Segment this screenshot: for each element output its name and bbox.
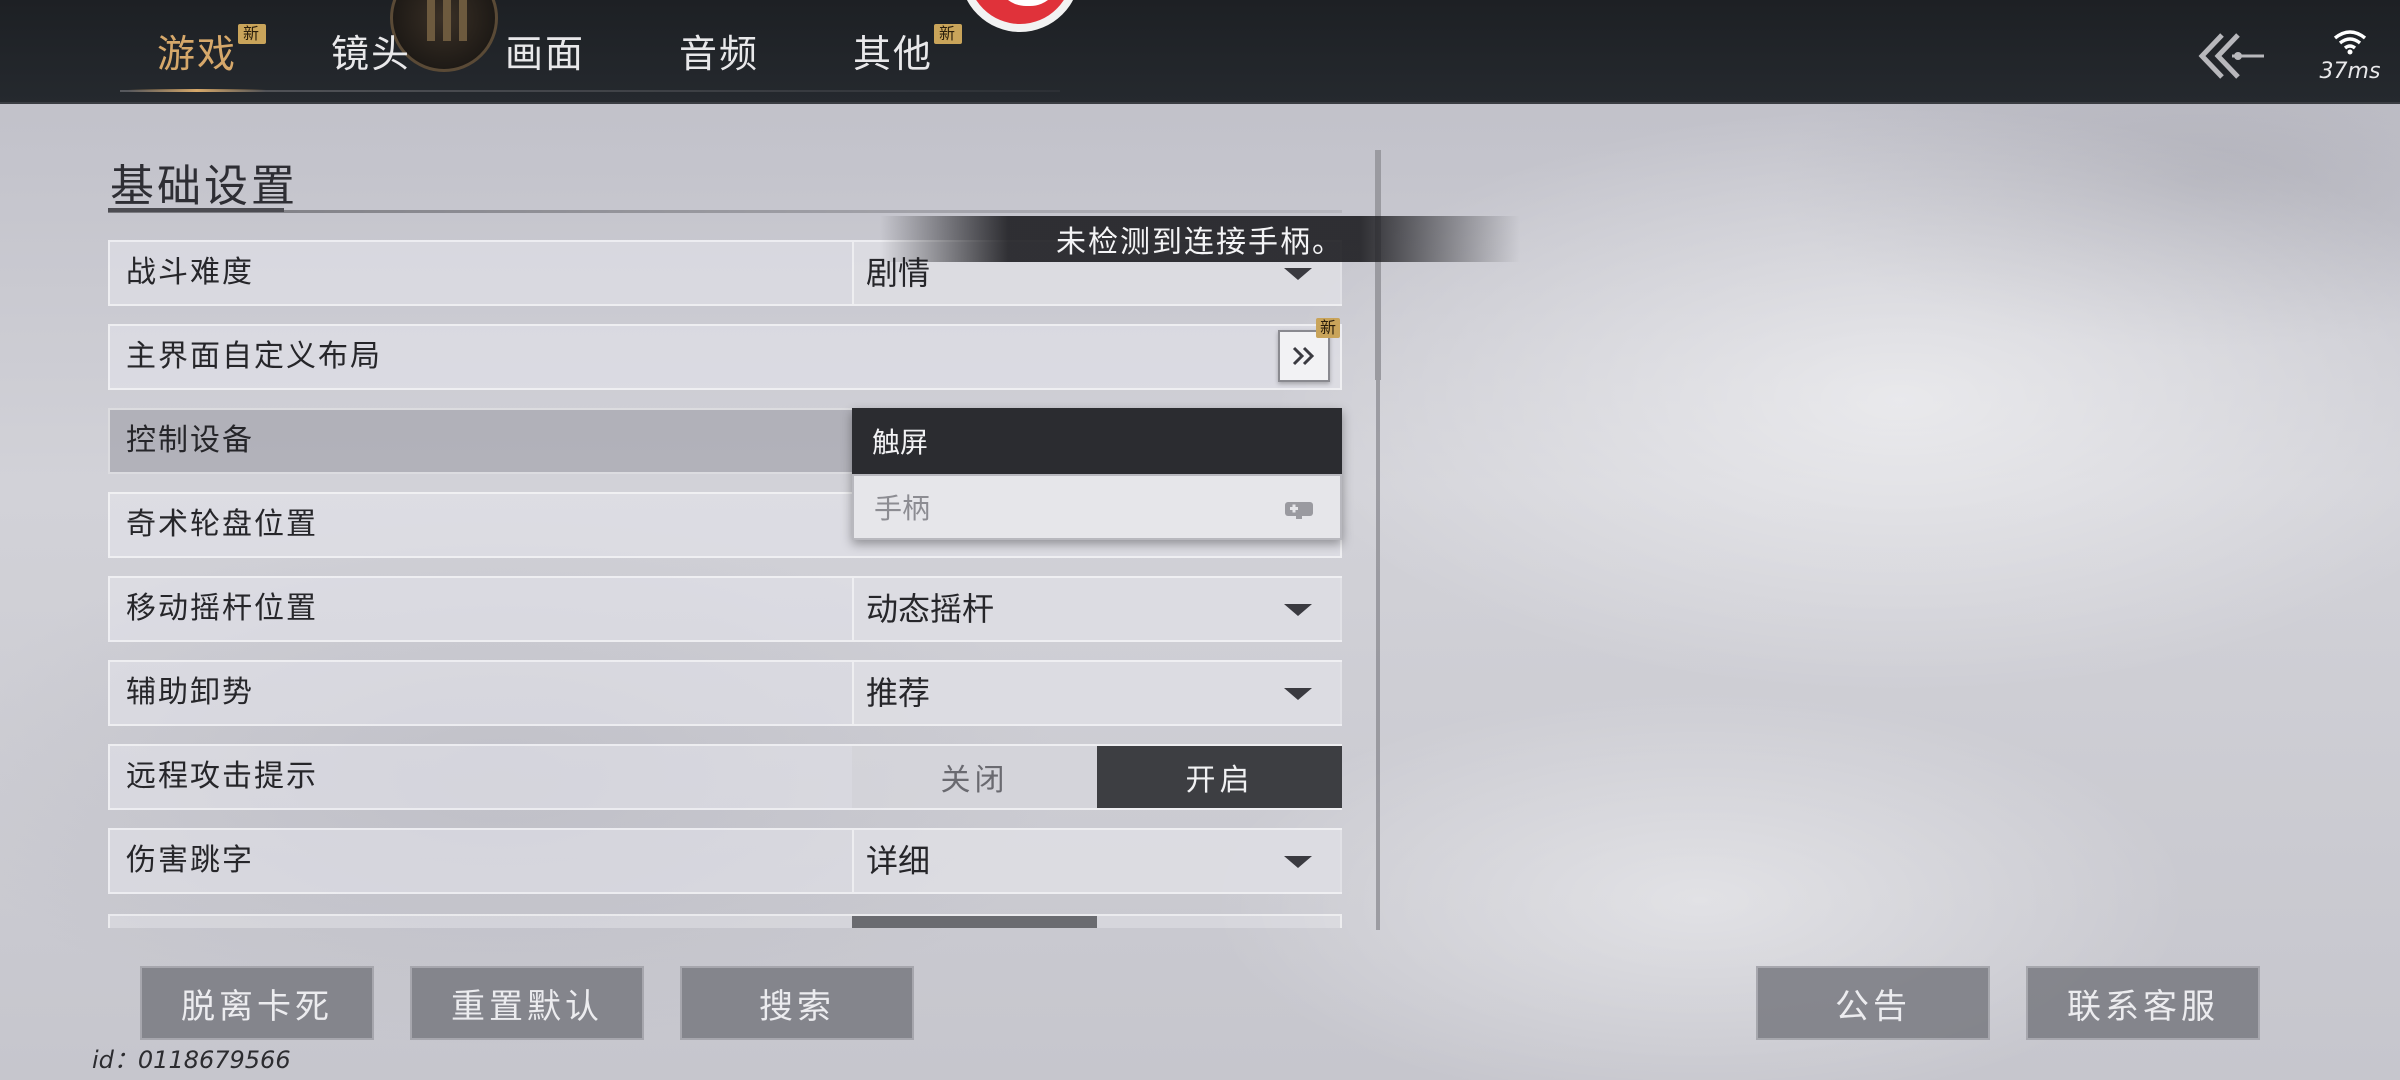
setting-row-damage-numbers: 伤害跳字 详细 xyxy=(108,828,1342,894)
damage-numbers-select[interactable]: 详细 xyxy=(852,830,1342,892)
back-arrow-icon xyxy=(2198,33,2264,79)
setting-label: 伤害跳字 xyxy=(126,843,254,878)
tab-label: 其他 xyxy=(852,31,933,76)
ping-value: 37ms xyxy=(2319,58,2381,84)
setting-label: 移动摇杆位置 xyxy=(126,591,318,626)
control-device-dropdown: 触屏 手柄 xyxy=(852,408,1342,540)
tab-label: 音频 xyxy=(678,31,759,76)
toast-message: 未检测到连接手柄。 xyxy=(880,216,1520,262)
option-label: 手柄 xyxy=(874,492,931,525)
setting-label: 战斗难度 xyxy=(126,255,254,290)
tab-label: 镜头 xyxy=(330,31,411,76)
tab-audio[interactable]: 音频 xyxy=(632,0,806,100)
new-badge: 新 xyxy=(933,24,962,44)
tab-camera[interactable]: 镜头 xyxy=(284,0,458,100)
new-badge: 新 xyxy=(237,24,266,44)
joystick-select[interactable]: 动态摇杆 xyxy=(852,578,1342,640)
tab-game[interactable]: 游戏 新 xyxy=(110,0,284,100)
unstuck-button[interactable]: 脱离卡死 xyxy=(140,966,374,1040)
scrollbar[interactable] xyxy=(1375,150,1381,930)
new-badge: 新 xyxy=(1316,318,1341,338)
contact-support-button[interactable]: 联系客服 xyxy=(2026,966,2260,1040)
toggle-off-button[interactable]: 关闭 xyxy=(852,746,1097,808)
chevron-down-icon xyxy=(1284,688,1312,700)
setting-row-layout: 主界面自定义布局 新 xyxy=(108,318,1342,390)
double-chevron-right-icon xyxy=(1292,346,1315,366)
toggle-on-button[interactable]: 开启 xyxy=(1097,746,1342,808)
setting-label: 控制设备 xyxy=(126,423,254,458)
setting-label: 主界面自定义布局 xyxy=(126,339,382,374)
chevron-down-icon xyxy=(1284,856,1312,868)
setting-row-partial xyxy=(108,914,1342,928)
ranged-hint-toggle: 关闭 开启 xyxy=(852,746,1342,808)
back-button[interactable] xyxy=(2190,26,2270,86)
gamepad-icon xyxy=(1285,502,1313,519)
setting-label: 远程攻击提示 xyxy=(126,759,318,794)
assist-select[interactable]: 推荐 xyxy=(852,662,1342,724)
setting-row-ranged-hint: 远程攻击提示 关闭 开启 xyxy=(108,744,1342,810)
tab-other[interactable]: 其他 新 xyxy=(806,0,980,100)
setting-row-assist: 辅助卸势 推荐 xyxy=(108,660,1342,726)
top-bar: 游戏 新 镜头 画面 音频 其他 新 37ms xyxy=(0,0,2400,104)
tab-label: 画面 xyxy=(504,31,585,76)
setting-row-joystick: 移动摇杆位置 动态摇杆 xyxy=(108,576,1342,642)
reset-default-button[interactable]: 重置默认 xyxy=(410,966,644,1040)
dropdown-option-gamepad[interactable]: 手柄 xyxy=(852,474,1342,540)
search-button[interactable]: 搜索 xyxy=(680,966,914,1040)
tab-bar: 游戏 新 镜头 画面 音频 其他 新 xyxy=(110,0,980,104)
notice-button[interactable]: 公告 xyxy=(1756,966,1990,1040)
setting-label: 奇术轮盘位置 xyxy=(126,507,318,542)
select-value: 动态摇杆 xyxy=(866,590,995,628)
tab-label: 游戏 xyxy=(156,31,237,76)
option-label: 触屏 xyxy=(872,426,929,459)
network-status: 37ms xyxy=(2300,14,2400,98)
section-divider xyxy=(108,208,1342,213)
wifi-icon xyxy=(2333,29,2367,54)
setting-label: 辅助卸势 xyxy=(126,675,254,710)
tab-graphics[interactable]: 画面 xyxy=(458,0,632,100)
select-value: 详细 xyxy=(866,842,931,880)
user-id: id：0118679566 xyxy=(92,1046,291,1074)
chevron-down-icon xyxy=(1284,604,1312,616)
chevron-down-icon xyxy=(1284,268,1312,280)
section-title: 基础设置 xyxy=(110,161,298,212)
dropdown-option-touch[interactable]: 触屏 xyxy=(852,408,1342,474)
select-value: 推荐 xyxy=(866,674,931,712)
